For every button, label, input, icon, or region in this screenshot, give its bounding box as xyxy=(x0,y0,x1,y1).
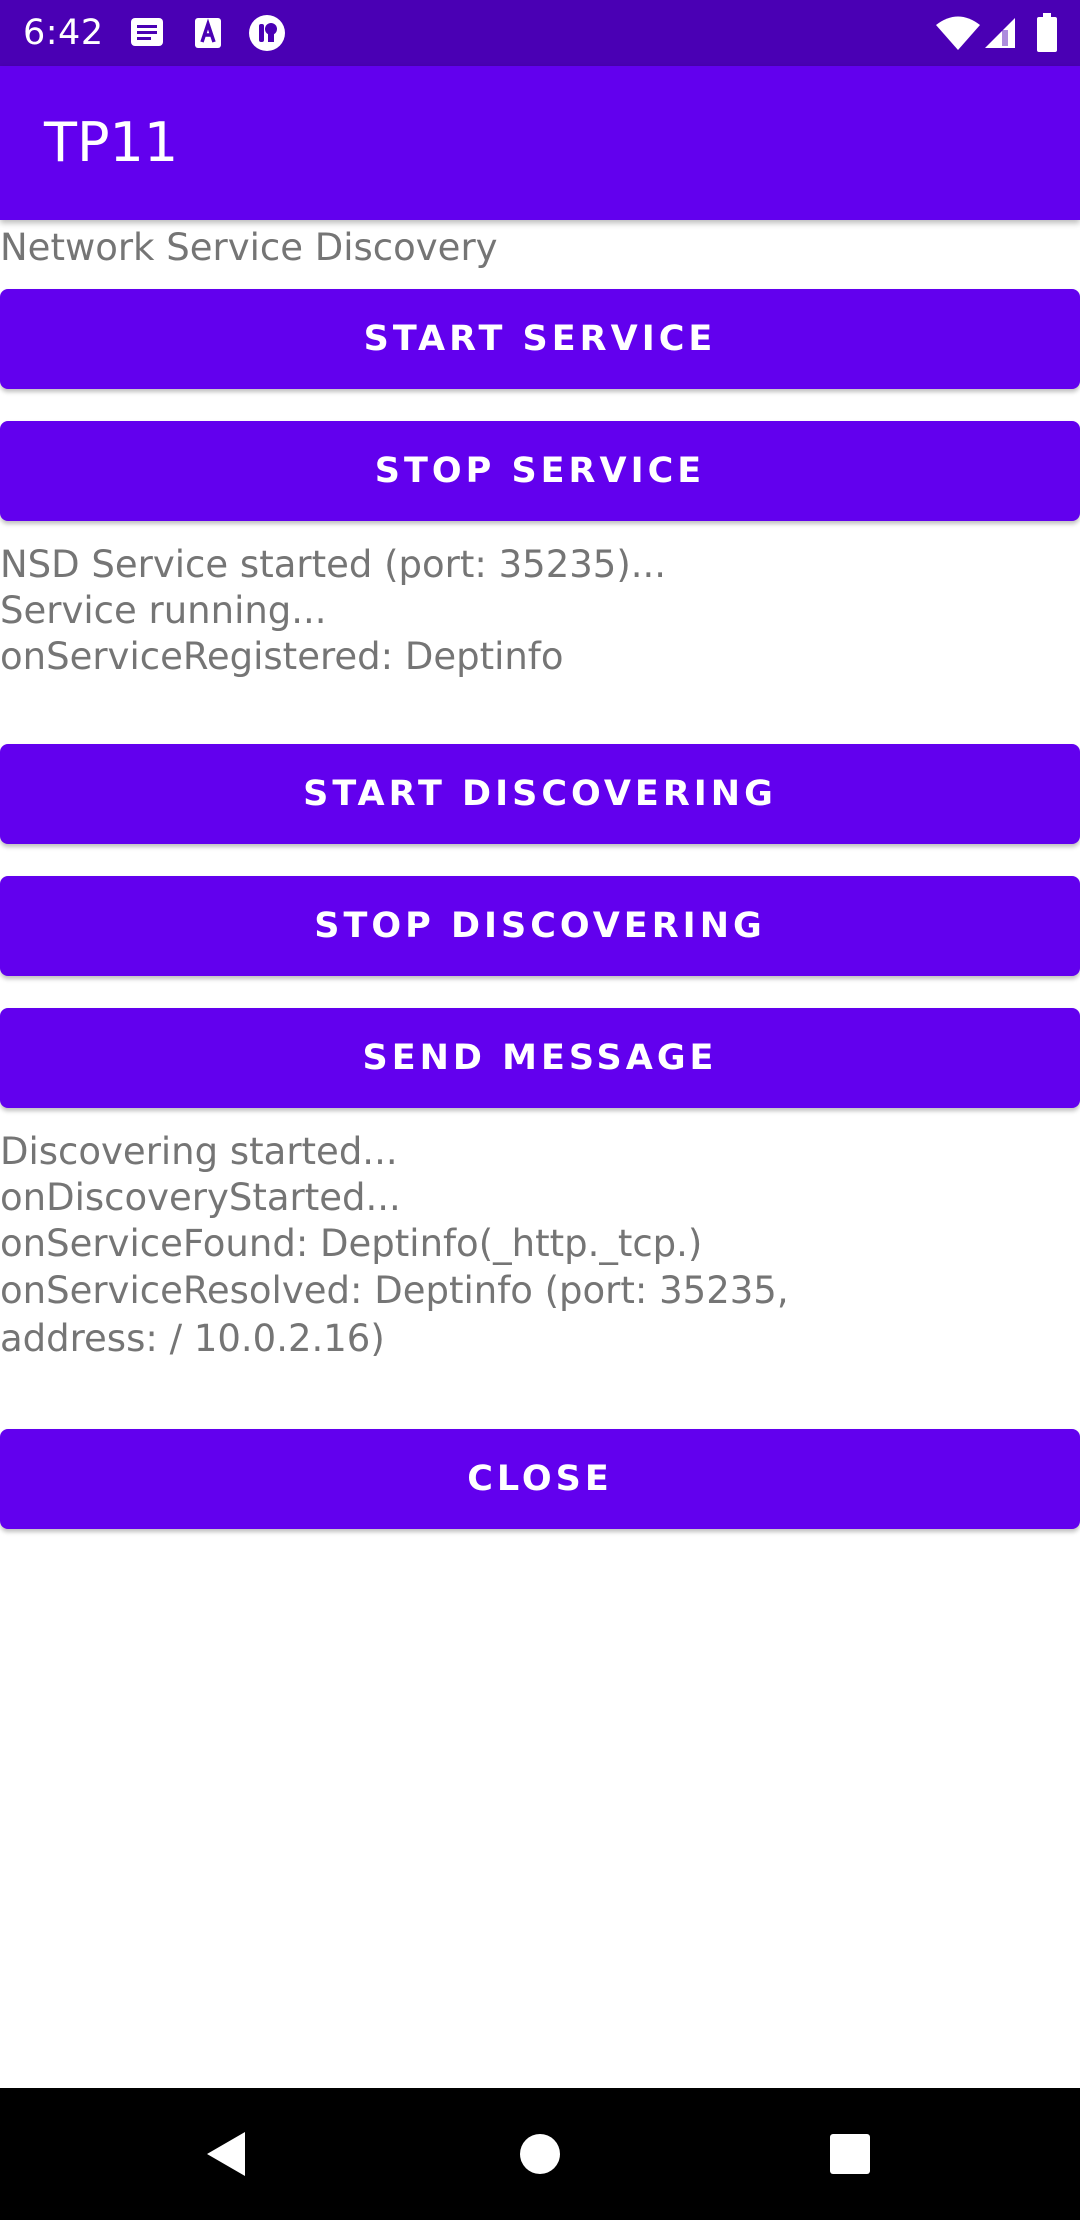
start-service-button[interactable]: START SERVICE xyxy=(0,289,1080,389)
battery-icon xyxy=(1037,13,1057,52)
cellular-signal-icon xyxy=(985,18,1015,48)
status-time: 6:42 xyxy=(23,13,104,53)
stop-discovering-button[interactable]: STOP DISCOVERING xyxy=(0,876,1080,976)
service-log: NSD Service started (port: 35235)... Ser… xyxy=(0,542,1000,680)
home-icon[interactable] xyxy=(500,2114,580,2194)
recents-icon[interactable] xyxy=(810,2114,890,2194)
close-button[interactable]: CLOSE xyxy=(0,1429,1080,1529)
service-log-line: onServiceRegistered: Deptinfo xyxy=(0,635,564,678)
notification-font-icon xyxy=(195,18,221,48)
discovery-log-line: Discovering started... xyxy=(0,1130,398,1173)
service-log-line: Service running... xyxy=(0,589,327,632)
send-message-button[interactable]: SEND MESSAGE xyxy=(0,1008,1080,1108)
notification-app-icon xyxy=(249,15,285,51)
notification-messages-icon xyxy=(131,18,163,46)
screen-subtitle: Network Service Discovery xyxy=(0,226,498,269)
discovery-log: Discovering started... onDiscoveryStarte… xyxy=(0,1129,930,1363)
discovery-log-line: onServiceResolved: Deptinfo (port: 35235… xyxy=(0,1269,789,1360)
wifi-icon xyxy=(936,16,980,50)
app-bar: TP11 xyxy=(0,66,1080,220)
discovery-log-line: onDiscoveryStarted... xyxy=(0,1176,401,1219)
navigation-bar xyxy=(0,2088,1080,2220)
stop-service-button[interactable]: STOP SERVICE xyxy=(0,421,1080,521)
status-bar: 6:42 xyxy=(0,0,1080,66)
back-icon[interactable] xyxy=(187,2114,267,2194)
app-title: TP11 xyxy=(44,111,179,174)
service-log-line: NSD Service started (port: 35235)... xyxy=(0,543,667,586)
start-discovering-button[interactable]: START DISCOVERING xyxy=(0,744,1080,844)
discovery-log-line: onServiceFound: Deptinfo(_http._tcp.) xyxy=(0,1222,703,1265)
